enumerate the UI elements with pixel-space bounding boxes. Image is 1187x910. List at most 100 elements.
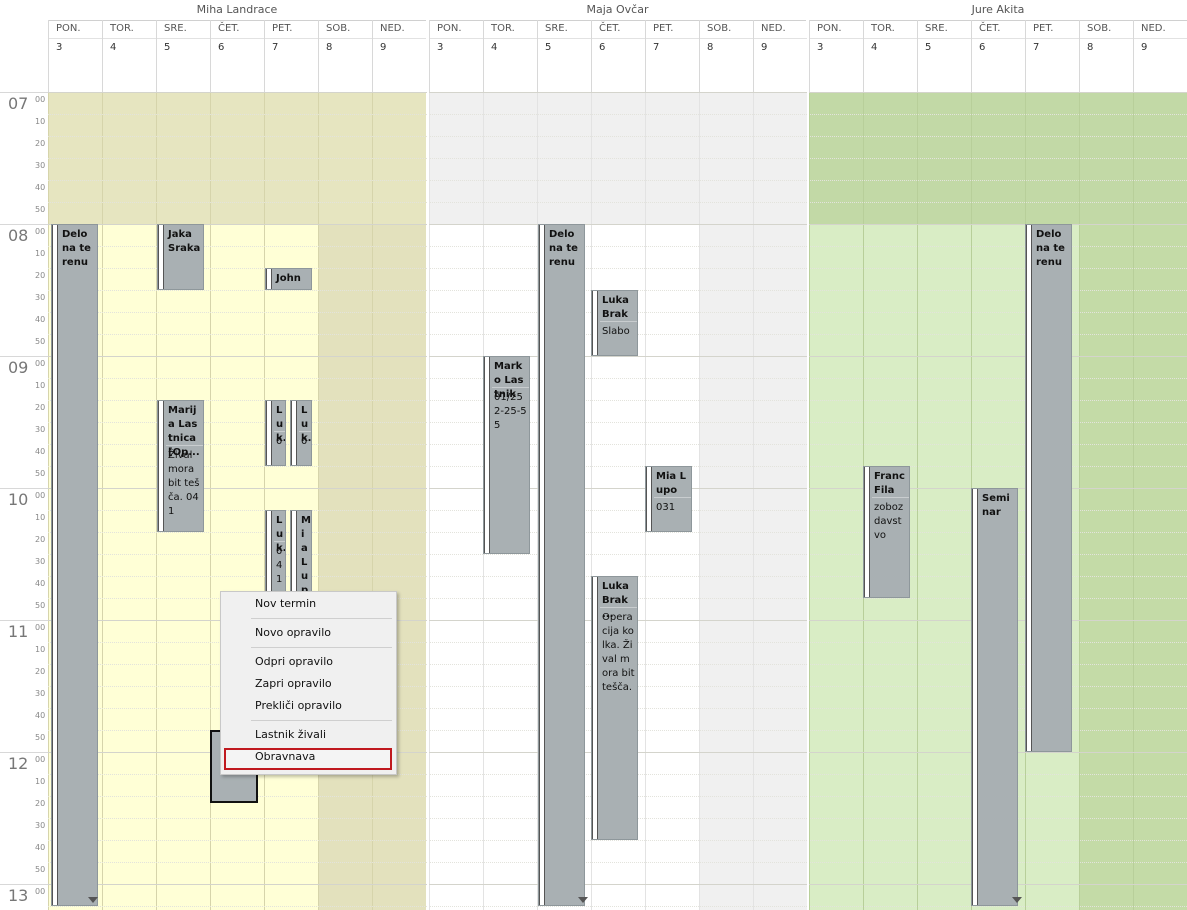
minute-gridline (48, 180, 1187, 181)
day-header[interactable]: SOB. 8 (1079, 20, 1133, 92)
menu-item-novo-opravilo[interactable]: Novo opravilo (255, 626, 331, 639)
minute-label: 20 (35, 667, 46, 676)
time-slot-workhours[interactable] (210, 224, 264, 910)
day-header-divider (484, 38, 537, 39)
time-slot-weekend[interactable] (753, 224, 807, 910)
menu-item-lastnik-zivali[interactable]: Lastnik živali (255, 728, 326, 741)
day-header[interactable]: PET. 7 (645, 20, 699, 92)
more-down-arrow-icon[interactable] (1012, 897, 1022, 903)
appointment-body-divider (492, 387, 529, 388)
time-slot-workhours[interactable] (429, 224, 483, 910)
day-number: 7 (1033, 42, 1040, 53)
appointment-body-divider (872, 497, 909, 498)
appointment[interactable]: Marko Lastnik 01/252-25-55 (483, 356, 530, 554)
appointment[interactable]: Delo na terenu (538, 224, 585, 906)
minute-label: 50 (35, 865, 46, 874)
appointment[interactable]: Jaka Sraka (157, 224, 204, 290)
time-slot-workhours[interactable] (102, 224, 156, 910)
day-header[interactable]: SRE. 5 (917, 20, 971, 92)
day-name: SRE. (925, 23, 948, 34)
day-header[interactable]: PET. 7 (264, 20, 318, 92)
day-divider (372, 92, 373, 910)
appointment[interactable]: Delo na terenu (1025, 224, 1072, 752)
day-name: NED. (761, 23, 786, 34)
appointment[interactable]: John ... (265, 268, 312, 290)
appointment[interactable]: Seminar (971, 488, 1018, 906)
minute-label: 50 (35, 205, 46, 214)
appointment[interactable]: Delo na terenu (51, 224, 98, 906)
day-number: 8 (1087, 42, 1094, 53)
time-slot-workhours[interactable] (483, 224, 537, 910)
minute-label: 50 (35, 601, 46, 610)
hour-gridline (48, 224, 1187, 225)
time-slot-workhours[interactable] (156, 224, 210, 910)
day-header[interactable]: PON. 3 (48, 20, 102, 92)
appointment-notes: 0 (301, 436, 308, 447)
time-slot-workhours[interactable] (917, 224, 971, 910)
day-header[interactable]: NED. 9 (372, 20, 426, 92)
day-header[interactable]: SOB. 8 (699, 20, 753, 92)
hour-gridline (0, 224, 48, 225)
appointment[interactable]: Luk...0 (265, 400, 286, 466)
day-header[interactable]: ČET. 6 (210, 20, 264, 92)
day-number: 3 (437, 42, 444, 53)
day-name: TOR. (110, 23, 134, 34)
time-slot-weekend[interactable] (318, 224, 372, 910)
time-slot-weekend[interactable] (1133, 224, 1187, 910)
calendar-root: Miha Landrace Maja Ovčar Jure Akita PON.… (0, 0, 1187, 910)
appointment-notes: 0 (276, 436, 283, 447)
more-down-arrow-icon[interactable] (578, 897, 588, 903)
time-slot-workhours[interactable] (809, 224, 863, 910)
day-header[interactable]: TOR. 4 (102, 20, 156, 92)
day-header[interactable]: PET. 7 (1025, 20, 1079, 92)
time-slot-weekend[interactable] (372, 224, 426, 910)
day-divider (48, 92, 49, 910)
menu-item-zapri-opravilo[interactable]: Zapri opravilo (255, 677, 332, 690)
appointment[interactable]: Luk...0 (290, 400, 312, 466)
menu-item-nov-termin[interactable]: Nov termin (255, 597, 316, 610)
time-slot-weekend[interactable] (1079, 224, 1133, 910)
day-header[interactable]: NED. 9 (753, 20, 807, 92)
appointment[interactable]: Marija Lastnica [Op... Žival mora bit teš… (157, 400, 204, 532)
day-number: 5 (925, 42, 932, 53)
person-name: Jure Akita (809, 0, 1187, 21)
minute-label: 10 (35, 513, 46, 522)
day-header[interactable]: ČET. 6 (971, 20, 1025, 92)
day-header[interactable]: TOR. 4 (863, 20, 917, 92)
day-divider (264, 92, 265, 910)
minute-gridline (48, 400, 1187, 401)
day-divider (917, 92, 918, 910)
day-header[interactable]: SRE. 5 (537, 20, 591, 92)
minute-label: 40 (35, 315, 46, 324)
day-header[interactable]: ČET. 6 (591, 20, 645, 92)
day-name: TOR. (871, 23, 895, 34)
day-name: SOB. (1087, 23, 1112, 34)
menu-item-preklici-opravilo[interactable]: Prekliči opravilo (255, 699, 342, 712)
menu-item-obravnava[interactable]: Obravnava (255, 750, 315, 763)
time-slot-weekend[interactable] (699, 224, 753, 910)
appointment-body-divider (166, 445, 203, 446)
hour-label: 13 (8, 886, 29, 905)
day-header[interactable]: PON. 3 (429, 20, 483, 92)
appointment-status-strip (592, 291, 598, 355)
appointment-body-divider (600, 607, 637, 608)
appointment[interactable]: Luka Brak Slabo (591, 290, 638, 356)
person-name: Miha Landrace (48, 0, 426, 21)
appointment[interactable]: Mia Lupo 031 (645, 466, 692, 532)
day-divider (318, 92, 319, 910)
appointment[interactable]: Franc Fila zobozdavstvo (863, 466, 910, 598)
day-header[interactable]: NED. 9 (1133, 20, 1187, 92)
day-header[interactable]: SRE. 5 (156, 20, 210, 92)
hour-label: 09 (8, 358, 29, 377)
time-slot-workhours[interactable] (645, 224, 699, 910)
appointment-body-divider (654, 497, 691, 498)
more-down-arrow-icon[interactable] (88, 897, 98, 903)
day-divider (429, 92, 430, 910)
day-header[interactable]: SOB. 8 (318, 20, 372, 92)
day-header[interactable]: TOR. 4 (483, 20, 537, 92)
hour-gridline (0, 752, 48, 753)
appointment[interactable]: Luka Brak ... Operacija kolka. Žival mora… (591, 576, 638, 840)
hour-gridline (0, 884, 48, 885)
menu-item-odpri-opravilo[interactable]: Odpri opravilo (255, 655, 333, 668)
day-header[interactable]: PON. 3 (809, 20, 863, 92)
